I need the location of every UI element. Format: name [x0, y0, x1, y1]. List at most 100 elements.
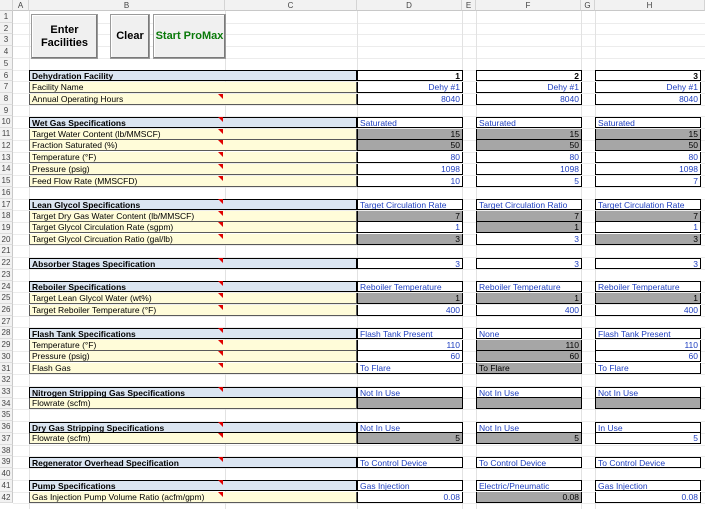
facility-1-value[interactable]: 1098: [357, 163, 463, 175]
row-header-20[interactable]: 20: [0, 233, 13, 246]
facility-2-value[interactable]: Not In Use: [476, 386, 582, 398]
row-header-24[interactable]: 24: [0, 280, 13, 293]
facility-3-value[interactable]: 8040: [595, 93, 701, 105]
facility-3-value[interactable]: 1: [595, 292, 701, 304]
comment-indicator[interactable]: [218, 386, 223, 392]
facility-3-value[interactable]: 0.08: [595, 492, 701, 504]
facility-2-value[interactable]: 15: [476, 128, 582, 140]
facility-2-value[interactable]: 5: [476, 433, 582, 445]
facility-2-value[interactable]: 1: [476, 292, 582, 304]
facility-2-value[interactable]: Saturated: [476, 116, 582, 128]
facility-2-value[interactable]: 400: [476, 304, 582, 316]
facility-1-value[interactable]: 1: [357, 222, 463, 234]
comment-indicator[interactable]: [218, 292, 223, 298]
row-header-12[interactable]: 12: [0, 139, 13, 152]
facility-2-value[interactable]: Target Circulation Ratio: [476, 199, 582, 211]
row-header-35[interactable]: 35: [0, 409, 13, 422]
comment-indicator[interactable]: [218, 93, 223, 99]
row-header-42[interactable]: 42: [0, 491, 13, 504]
row-header-32[interactable]: 32: [0, 374, 13, 387]
facility-3-value[interactable]: 80: [595, 152, 701, 164]
facility-3-value[interactable]: Gas Injection: [595, 480, 701, 492]
facility-3-value[interactable]: 1098: [595, 163, 701, 175]
facility-1-value[interactable]: Flash Tank Present: [357, 327, 463, 339]
facility-1-value[interactable]: Dehy #1: [357, 81, 463, 93]
row-header-28[interactable]: 28: [0, 327, 13, 340]
facility-2-value[interactable]: 1: [476, 222, 582, 234]
facility-1-value[interactable]: Target Circulation Rate: [357, 199, 463, 211]
comment-indicator[interactable]: [218, 257, 223, 263]
comment-indicator[interactable]: [218, 304, 223, 310]
facility-1-value[interactable]: To Control Device: [357, 456, 463, 468]
facility-1-value[interactable]: 15: [357, 128, 463, 140]
comment-indicator[interactable]: [218, 222, 223, 228]
facility-2-value[interactable]: [476, 398, 582, 410]
facility-3-value[interactable]: 7: [595, 175, 701, 187]
facility-1-value[interactable]: 60: [357, 351, 463, 363]
comment-indicator[interactable]: [218, 116, 223, 122]
comment-indicator[interactable]: [218, 128, 223, 134]
facility-3-value[interactable]: To Control Device: [595, 456, 701, 468]
comment-indicator[interactable]: [218, 492, 223, 498]
facility-1-value[interactable]: 7: [357, 210, 463, 222]
row-header-1[interactable]: 1: [0, 11, 13, 23]
facility-3-value[interactable]: 110: [595, 339, 701, 351]
select-all-corner[interactable]: [0, 0, 13, 11]
column-header-e[interactable]: E: [462, 0, 476, 11]
facility-2-value[interactable]: 0.08: [476, 492, 582, 504]
comment-indicator[interactable]: [218, 175, 223, 181]
row-header-13[interactable]: 13: [0, 151, 13, 164]
comment-indicator[interactable]: [218, 456, 223, 462]
facility-1-value[interactable]: 110: [357, 339, 463, 351]
row-header-38[interactable]: 38: [0, 444, 13, 457]
row-header-29[interactable]: 29: [0, 339, 13, 351]
spreadsheet-grid[interactable]: A B C D E F G H 1 2 3 4 5 6 7 8 9 10 11 12 13 14 15 16 17 18 19 20 2…: [0, 0, 705, 509]
comment-indicator[interactable]: [218, 351, 223, 357]
row-header-26[interactable]: 26: [0, 304, 13, 316]
facility-2-value[interactable]: 5: [476, 175, 582, 187]
row-header-37[interactable]: 37: [0, 432, 13, 445]
row-header-8[interactable]: 8: [0, 93, 13, 105]
facility-3-value[interactable]: Flash Tank Present: [595, 327, 701, 339]
facility-2-value[interactable]: 3: [476, 257, 582, 269]
facility-2-value[interactable]: To Flare: [476, 363, 582, 375]
column-header-a[interactable]: A: [13, 0, 29, 11]
facility-2-value[interactable]: 50: [476, 140, 582, 152]
row-header-23[interactable]: 23: [0, 268, 13, 281]
row-header-16[interactable]: 16: [0, 186, 13, 199]
facility-2-value[interactable]: 1098: [476, 163, 582, 175]
column-header-d[interactable]: D: [357, 0, 462, 11]
facility-1-value[interactable]: Not In Use: [357, 421, 463, 433]
facility-3-value[interactable]: 50: [595, 140, 701, 152]
facility-1-value[interactable]: 80: [357, 152, 463, 164]
start-promax-button[interactable]: Start ProMax: [153, 14, 226, 59]
comment-indicator[interactable]: [218, 152, 223, 158]
comment-indicator[interactable]: [218, 281, 223, 287]
facility-1-value[interactable]: Gas Injection: [357, 480, 463, 492]
column-header-b[interactable]: B: [29, 0, 225, 11]
row-header-31[interactable]: 31: [0, 362, 13, 375]
column-header-h[interactable]: H: [595, 0, 705, 11]
comment-indicator[interactable]: [218, 327, 223, 333]
facility-2-value[interactable]: 8040: [476, 93, 582, 105]
comment-indicator[interactable]: [218, 363, 223, 369]
facility-2-value[interactable]: 80: [476, 152, 582, 164]
row-header-36[interactable]: 36: [0, 421, 13, 433]
row-header-21[interactable]: 21: [0, 245, 13, 258]
comment-indicator[interactable]: [218, 163, 223, 169]
row-header-3[interactable]: 3: [0, 34, 13, 47]
enter-facilities-button[interactable]: Enter Facilities: [31, 14, 98, 59]
comment-indicator[interactable]: [218, 140, 223, 146]
row-header-30[interactable]: 30: [0, 350, 13, 363]
facility-1-value[interactable]: 1: [357, 70, 463, 82]
column-header-g[interactable]: G: [581, 0, 595, 11]
facility-1-value[interactable]: 8040: [357, 93, 463, 105]
row-header-10[interactable]: 10: [0, 116, 13, 129]
facility-1-value[interactable]: 50: [357, 140, 463, 152]
facility-3-value[interactable]: Saturated: [595, 116, 701, 128]
facility-2-value[interactable]: 60: [476, 351, 582, 363]
comment-indicator[interactable]: [218, 210, 223, 216]
row-header-6[interactable]: 6: [0, 69, 13, 82]
row-header-25[interactable]: 25: [0, 292, 13, 304]
facility-2-value[interactable]: 7: [476, 210, 582, 222]
